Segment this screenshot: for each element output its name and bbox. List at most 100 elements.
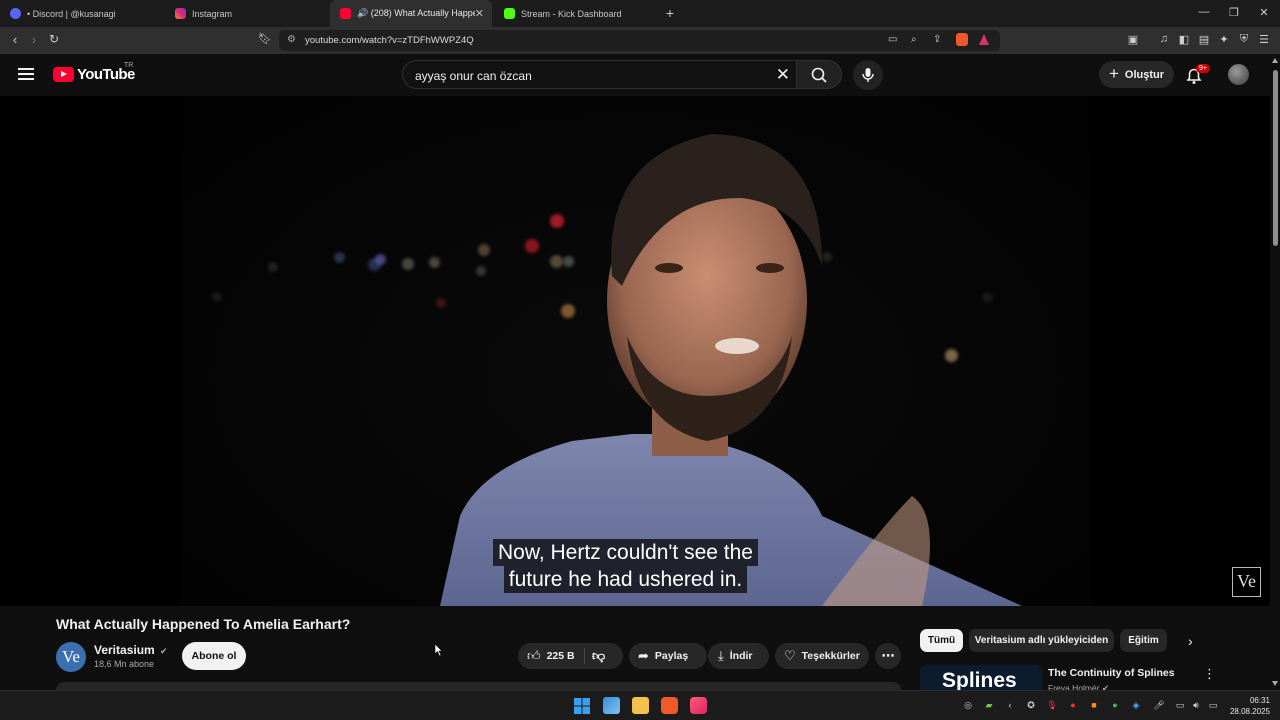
reload-icon[interactable]: ↻ [46, 32, 62, 46]
tray-app-icon[interactable]: ◎ [962, 700, 974, 711]
channel-name[interactable]: Veritasium ✔ [94, 643, 168, 657]
close-tab-icon[interactable]: ✕ [475, 7, 484, 20]
windows-start-icon[interactable] [574, 698, 590, 714]
wallet-icon[interactable]: ▤ [1197, 33, 1211, 46]
tab-youtube[interactable]: 🔊 (208) What Actually Happene ✕ [330, 0, 492, 27]
chip-from-uploader[interactable]: Veritasium adlı yükleyiciden [969, 629, 1114, 652]
hamburger-menu-icon[interactable] [18, 68, 34, 80]
caption-line-2: future he had ushered in. [503, 566, 748, 593]
taskbar-clock[interactable]: 06:31 28.08.2025 [1226, 695, 1270, 717]
channel-name-text[interactable]: Veritasium [94, 643, 155, 657]
share-button[interactable]: ➦ Paylaş [629, 643, 707, 669]
search-button[interactable] [796, 60, 842, 89]
subscriber-count: 18,6 Mn abone [94, 659, 155, 669]
create-button[interactable]: + Oluştur [1099, 61, 1174, 88]
account-avatar[interactable] [1228, 64, 1249, 85]
share-page-icon[interactable]: ⇪ [933, 34, 941, 45]
tab-label: Instagram [192, 8, 233, 19]
download-icon: ⤓ [718, 648, 724, 663]
brave-browser-icon[interactable] [661, 697, 678, 714]
scroll-up-arrow-icon[interactable] [1272, 58, 1278, 63]
brave-shields-icon[interactable] [956, 33, 968, 46]
chips-next-arrow-icon[interactable]: › [1188, 633, 1193, 649]
vpn-icon[interactable]: ⛨ [1237, 33, 1251, 46]
chip-all[interactable]: Tümü [920, 629, 963, 652]
url-text[interactable]: youtube.com/watch?v=zTDFhWWPZ4Q [305, 35, 474, 46]
thanks-button[interactable]: ♡ Teşekkürler [775, 643, 869, 669]
screenshot-icon[interactable]: ▣ [1126, 33, 1140, 46]
search-value[interactable]: ayyaş onur can özcan [415, 69, 532, 83]
verified-check-icon: ✔ [160, 646, 168, 656]
youtube-header: YouTube TR ayyaş onur can özcan ✕ + Oluş… [0, 54, 1270, 96]
thumbnail-text: Splines [942, 669, 1017, 690]
sidebar-icon[interactable]: ◧ [1177, 33, 1191, 46]
dislike-button[interactable]: 👎︎ [592, 648, 605, 664]
spotify-icon[interactable]: ● [1109, 700, 1121, 710]
minimize-icon[interactable]: — [1197, 6, 1211, 18]
address-bar[interactable]: ⚙ youtube.com/watch?v=zTDFhWWPZ4Q ▭ ⌕ ⇪ [279, 30, 1000, 51]
site-info-icon[interactable]: ⚙ [287, 34, 296, 45]
clock-time: 06:31 [1249, 696, 1270, 705]
volume-icon[interactable]: 🔊︎ [1190, 700, 1202, 711]
country-code: TR [124, 62, 134, 69]
scrollbar-thumb[interactable] [1273, 70, 1278, 246]
tab-kick[interactable]: Stream - Kick Dashboard [494, 0, 659, 27]
scroll-down-arrow-icon[interactable] [1272, 681, 1278, 686]
channel-avatar[interactable]: Ve [56, 642, 86, 672]
tab-discord[interactable]: • Discord | @kusanagi [0, 0, 165, 27]
recording-mic-icon[interactable]: 🎙︎ [1046, 700, 1058, 711]
game-launcher-icon[interactable]: ■ [1088, 700, 1100, 710]
tab-instagram[interactable]: Instagram [165, 0, 330, 27]
cast-icon[interactable]: ▭ [888, 34, 897, 45]
microphone-icon [862, 68, 874, 82]
subscribe-button[interactable]: Abone ol [182, 642, 246, 670]
page-scrollbar[interactable] [1270, 54, 1280, 690]
forward-arrow-icon[interactable]: › [26, 32, 42, 47]
back-arrow-icon[interactable]: ‹ [7, 32, 23, 47]
close-window-icon[interactable]: ✕ [1257, 6, 1271, 19]
battery-icon[interactable]: ▭ [1207, 700, 1219, 711]
more-actions-button[interactable]: ⋯ [875, 643, 901, 669]
related-more-icon[interactable]: ⋮ [1203, 666, 1216, 682]
brave-rewards-icon[interactable] [979, 34, 989, 45]
menu-icon[interactable]: ☰ [1257, 33, 1271, 46]
related-video-thumbnail[interactable]: Splines [920, 665, 1042, 690]
photos-app-icon[interactable] [603, 697, 620, 714]
caption-line-1: Now, Hertz couldn't see the [493, 539, 758, 566]
bookmark-icon[interactable]: 🔖︎ [257, 32, 273, 45]
download-label: İndir [729, 650, 753, 662]
notification-count-badge: 9+ [1196, 64, 1210, 73]
voice-search-button[interactable] [853, 60, 883, 90]
more-dots-icon: ⋯ [881, 648, 895, 663]
leo-ai-icon[interactable]: ✦ [1217, 33, 1231, 46]
network-app-icon[interactable]: ◈ [1130, 700, 1142, 711]
share-arrow-icon: ➦ [638, 648, 649, 663]
clear-search-icon[interactable]: ✕ [776, 65, 790, 85]
network-icon[interactable]: ▭ [1174, 700, 1186, 711]
zoom-icon[interactable]: ⌕ [911, 34, 917, 45]
nvidia-icon[interactable]: ▰ [983, 700, 995, 711]
description-box[interactable] [56, 682, 901, 690]
video-player[interactable]: Now, Hertz couldn't see the future he ha… [0, 96, 1270, 606]
obs-icon[interactable]: ● [1067, 700, 1079, 710]
related-video-title[interactable]: The Continuity of Splines [1048, 667, 1175, 679]
file-explorer-icon[interactable] [632, 697, 649, 714]
download-button[interactable]: ⤓ İndir [708, 643, 769, 669]
youtube-logo[interactable]: YouTube [53, 66, 135, 83]
kick-favicon-icon [504, 8, 515, 19]
thumbs-down-icon: 👎︎ [592, 648, 606, 663]
steam-icon[interactable]: ✪ [1025, 700, 1037, 711]
channel-watermark[interactable]: Ve [1232, 567, 1261, 597]
new-tab-button[interactable]: + [663, 5, 677, 21]
tray-arrow-icon[interactable]: ‹ [1004, 700, 1016, 710]
search-input[interactable]: ayyaş onur can özcan ✕ [402, 60, 796, 89]
media-icon[interactable]: ♫ [1157, 33, 1171, 45]
browser-tab-strip: • Discord | @kusanagi Instagram 🔊 (208) … [0, 0, 1280, 27]
presenter-figure [440, 134, 1022, 606]
maximize-icon[interactable]: ❐ [1227, 6, 1241, 19]
microphone-tray-icon[interactable]: 🎤︎ [1153, 700, 1165, 711]
apple-music-icon[interactable] [690, 697, 707, 714]
video-frame[interactable] [182, 96, 1090, 606]
like-button[interactable]: 👍︎ 225 B [518, 643, 584, 669]
chip-education[interactable]: Eğitim [1120, 629, 1167, 652]
